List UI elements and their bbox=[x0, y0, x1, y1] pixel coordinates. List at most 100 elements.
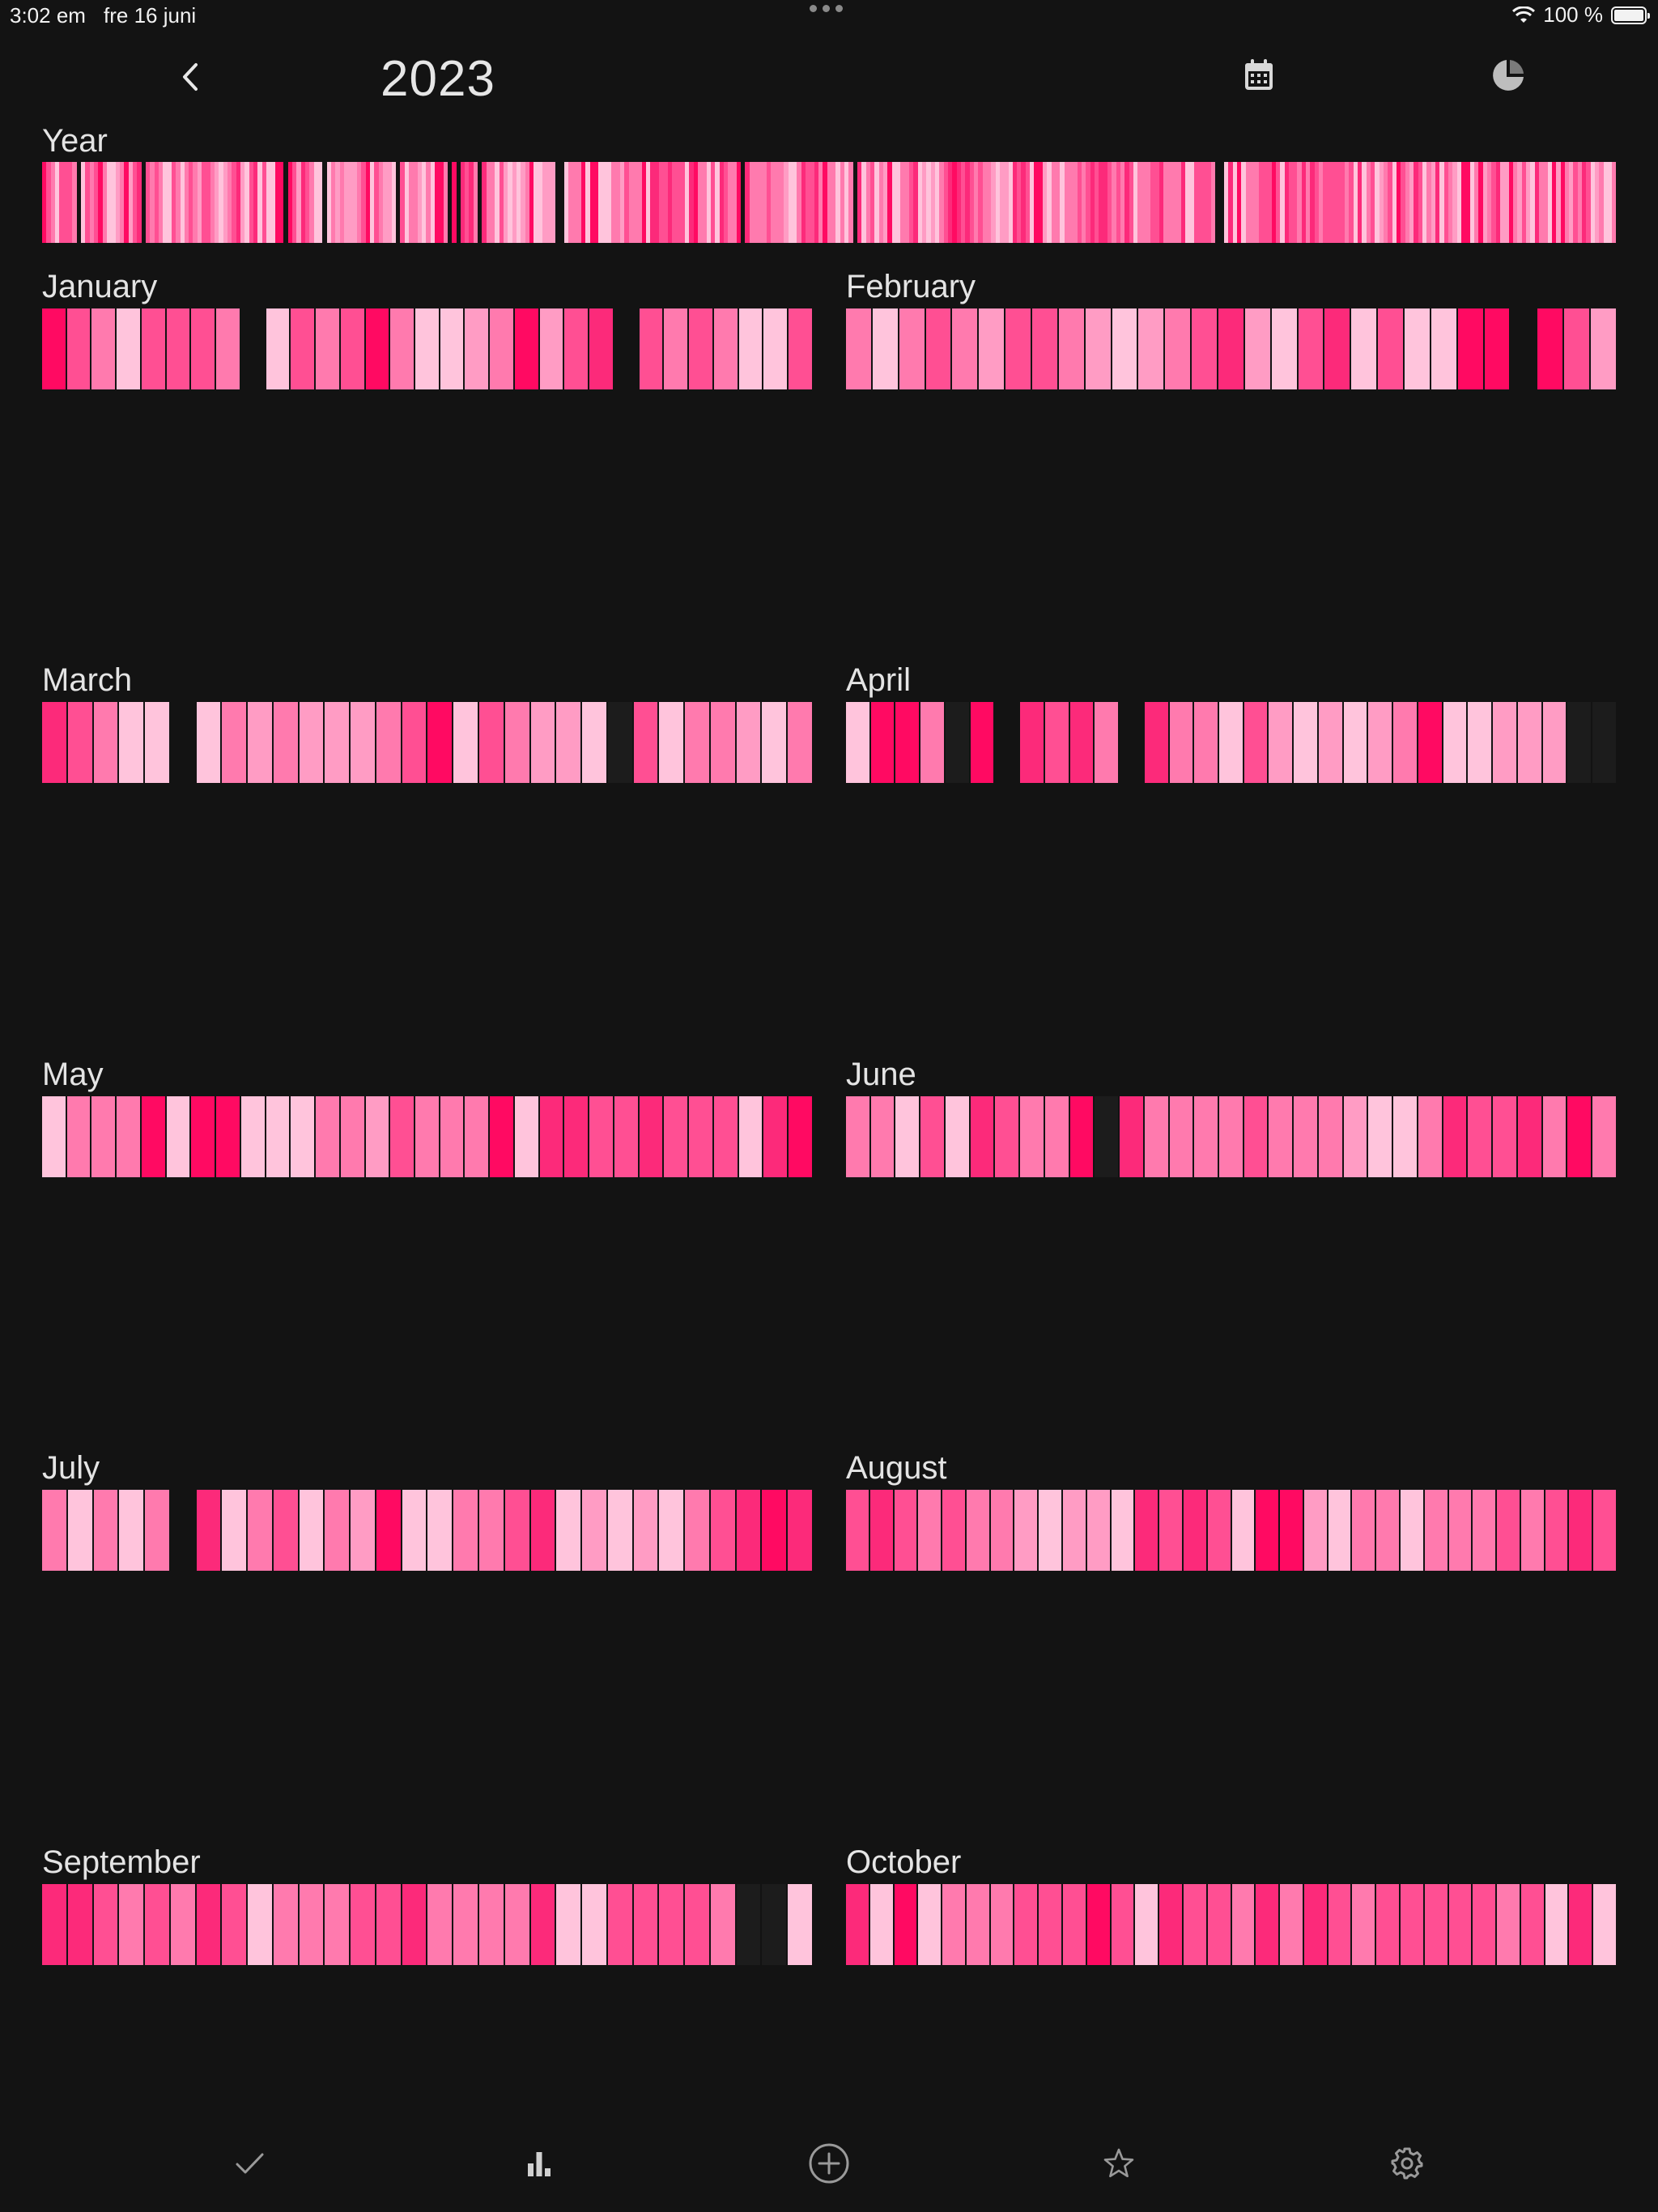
day-cell[interactable] bbox=[145, 702, 171, 783]
day-cell[interactable] bbox=[1165, 308, 1192, 389]
day-cell[interactable] bbox=[1039, 1884, 1064, 1965]
day-cell[interactable] bbox=[869, 1490, 895, 1571]
day-cell[interactable] bbox=[1303, 1884, 1329, 1965]
day-cell[interactable] bbox=[1343, 1096, 1369, 1177]
day-cell[interactable] bbox=[1517, 1096, 1543, 1177]
day-cell[interactable] bbox=[659, 1490, 686, 1571]
day-cell[interactable] bbox=[846, 1096, 871, 1177]
day-cell[interactable] bbox=[402, 1884, 428, 1965]
day-cell[interactable] bbox=[966, 1490, 991, 1571]
day-cell[interactable] bbox=[93, 1490, 120, 1571]
day-cell[interactable] bbox=[1520, 1884, 1545, 1965]
day-cell[interactable] bbox=[42, 1490, 68, 1571]
day-cell[interactable] bbox=[788, 1884, 812, 1965]
day-cell[interactable] bbox=[1368, 1096, 1394, 1177]
day-cell[interactable] bbox=[899, 308, 926, 389]
day-cell[interactable] bbox=[685, 702, 711, 783]
day-cell[interactable] bbox=[1564, 308, 1592, 389]
day-cell[interactable] bbox=[42, 1884, 68, 1965]
day-cell[interactable] bbox=[1468, 702, 1494, 783]
day-cell[interactable] bbox=[894, 1884, 919, 1965]
day-cell[interactable] bbox=[273, 702, 300, 783]
day-cell[interactable] bbox=[925, 308, 953, 389]
day-cell[interactable] bbox=[351, 1884, 376, 1965]
day-cell[interactable] bbox=[762, 1490, 789, 1571]
day-cell[interactable] bbox=[248, 1884, 274, 1965]
day-cell[interactable] bbox=[1256, 1884, 1281, 1965]
day-cell[interactable] bbox=[1219, 702, 1244, 783]
day-cell[interactable] bbox=[1144, 1096, 1170, 1177]
day-cell[interactable] bbox=[216, 308, 241, 389]
day-cell[interactable] bbox=[589, 308, 614, 389]
day-cell[interactable] bbox=[1063, 1884, 1087, 1965]
day-cell[interactable] bbox=[340, 308, 366, 389]
day-cell[interactable] bbox=[564, 1096, 590, 1177]
day-cell[interactable] bbox=[895, 702, 921, 783]
day-cell[interactable] bbox=[299, 1490, 325, 1571]
day-cell[interactable] bbox=[479, 702, 505, 783]
day-cell[interactable] bbox=[1039, 1490, 1064, 1571]
day-cell[interactable] bbox=[1424, 1490, 1449, 1571]
day-cell[interactable] bbox=[1473, 1490, 1498, 1571]
day-cell[interactable] bbox=[316, 308, 341, 389]
day-cell[interactable] bbox=[1183, 1490, 1208, 1571]
day-cell[interactable] bbox=[789, 308, 812, 389]
day-cell[interactable] bbox=[979, 308, 1006, 389]
day-cell[interactable] bbox=[1351, 308, 1379, 389]
day-cell[interactable] bbox=[514, 1096, 540, 1177]
day-cell[interactable] bbox=[415, 1096, 440, 1177]
day-cell[interactable] bbox=[659, 702, 686, 783]
day-cell[interactable] bbox=[216, 1096, 241, 1177]
day-cell[interactable] bbox=[376, 1884, 402, 1965]
day-cell[interactable] bbox=[738, 1096, 764, 1177]
day-cell[interactable] bbox=[1192, 308, 1219, 389]
day-cell[interactable] bbox=[530, 702, 557, 783]
day-cell[interactable] bbox=[872, 308, 899, 389]
day-cell[interactable] bbox=[465, 1096, 491, 1177]
day-cell[interactable] bbox=[1111, 1490, 1136, 1571]
day-cell[interactable] bbox=[1138, 308, 1166, 389]
day-cell[interactable] bbox=[299, 702, 325, 783]
day-cell[interactable] bbox=[67, 702, 94, 783]
day-cell[interactable] bbox=[952, 308, 980, 389]
day-cell[interactable] bbox=[1457, 308, 1485, 389]
day-cell[interactable] bbox=[918, 1884, 943, 1965]
day-cell[interactable] bbox=[453, 1490, 480, 1571]
day-cell[interactable] bbox=[1244, 1096, 1269, 1177]
day-cell[interactable] bbox=[970, 1096, 996, 1177]
day-cell[interactable] bbox=[325, 702, 351, 783]
day-cell[interactable] bbox=[918, 1490, 943, 1571]
day-cell[interactable] bbox=[1207, 1884, 1232, 1965]
day-cell[interactable] bbox=[427, 1490, 454, 1571]
day-cell[interactable] bbox=[119, 1490, 146, 1571]
day-cell[interactable] bbox=[1231, 1884, 1256, 1965]
day-cell[interactable] bbox=[1032, 308, 1059, 389]
day-cell[interactable] bbox=[1111, 1884, 1136, 1965]
day-cell[interactable] bbox=[93, 1884, 120, 1965]
day-cell[interactable] bbox=[240, 1096, 266, 1177]
day-cell[interactable] bbox=[539, 1096, 565, 1177]
tab-statistics[interactable] bbox=[513, 2138, 565, 2189]
day-cell[interactable] bbox=[1120, 1096, 1145, 1177]
day-cell[interactable] bbox=[870, 1096, 896, 1177]
day-cell[interactable] bbox=[1567, 1096, 1593, 1177]
day-cell[interactable] bbox=[1324, 308, 1352, 389]
day-cell[interactable] bbox=[1569, 1490, 1594, 1571]
day-cell[interactable] bbox=[633, 1490, 660, 1571]
day-cell[interactable] bbox=[119, 702, 146, 783]
day-cell[interactable] bbox=[633, 1884, 660, 1965]
day-cell[interactable] bbox=[1218, 308, 1245, 389]
day-cell[interactable] bbox=[1069, 1096, 1095, 1177]
day-cell[interactable] bbox=[1219, 1096, 1244, 1177]
day-cell[interactable] bbox=[145, 1884, 171, 1965]
day-cell[interactable] bbox=[1497, 1884, 1521, 1965]
day-cell[interactable] bbox=[1159, 1884, 1184, 1965]
tab-favorites[interactable] bbox=[1093, 2138, 1145, 2189]
day-cell[interactable] bbox=[1448, 1884, 1473, 1965]
day-cell[interactable] bbox=[556, 1884, 583, 1965]
day-cell[interactable] bbox=[1014, 1884, 1039, 1965]
day-cell[interactable] bbox=[1376, 1490, 1401, 1571]
day-cell[interactable] bbox=[788, 1490, 812, 1571]
multitasking-dots-icon[interactable] bbox=[810, 5, 843, 12]
day-cell[interactable] bbox=[788, 702, 812, 783]
